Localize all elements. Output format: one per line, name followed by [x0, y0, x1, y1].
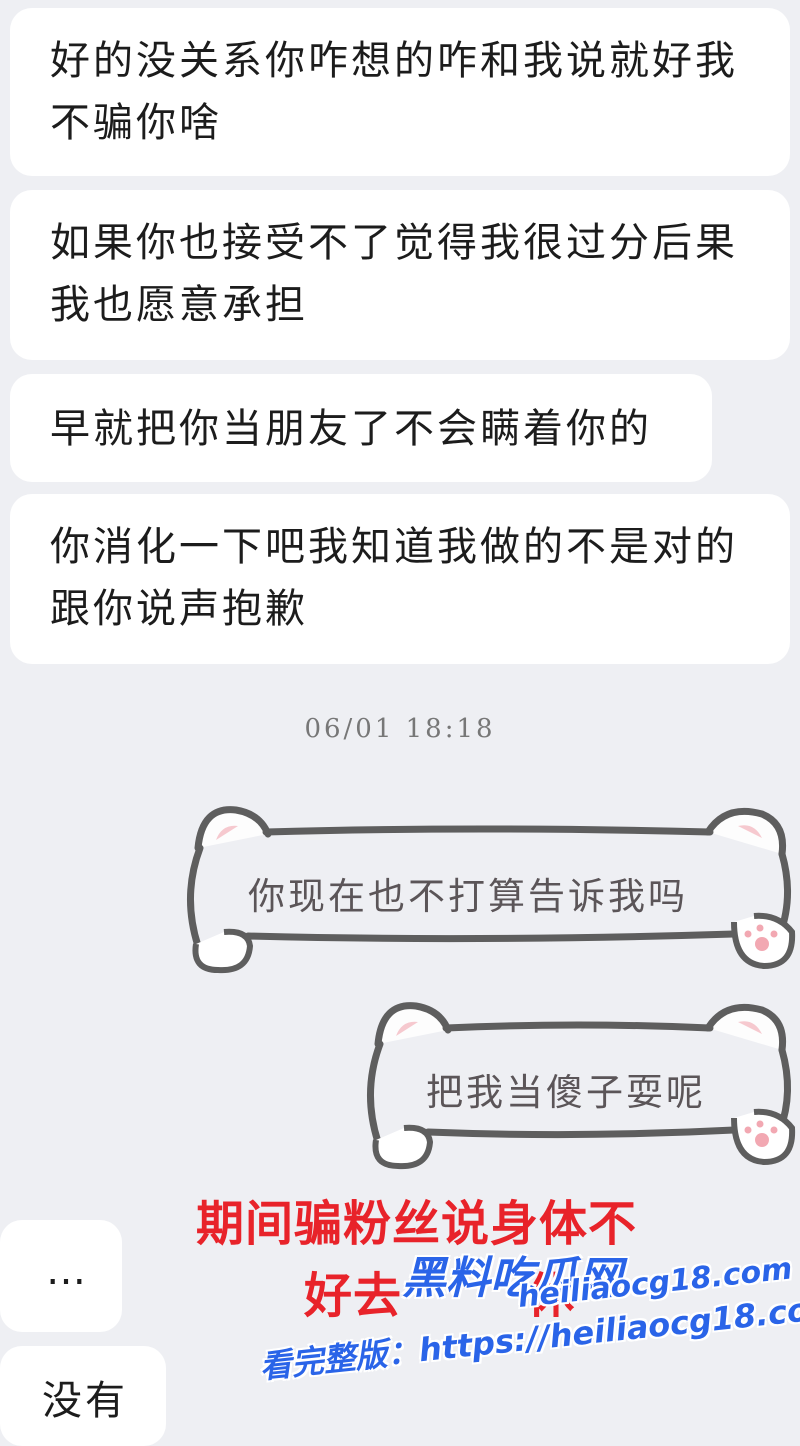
message-bubble-incoming[interactable]: 早就把你当朋友了不会瞒着你的	[10, 374, 712, 482]
message-text: 早就把你当朋友了不会瞒着你的	[50, 406, 652, 452]
message-text: 把我当傻子耍呢	[426, 1071, 706, 1114]
overlay-caption-line2: 好去	[304, 1268, 403, 1324]
message-text: …	[46, 1248, 89, 1294]
message-bubble-incoming[interactable]: 如果你也接受不了觉得我很过分后果 我也愿意承担	[10, 190, 790, 360]
message-bubble-outgoing[interactable]: 你现在也不打算告诉我吗	[178, 796, 800, 980]
message-text: 没有	[42, 1378, 128, 1424]
message-bubble-incoming[interactable]: 没有	[0, 1346, 166, 1446]
message-text: 如果你也接受不了觉得我很过分后果 我也愿意承担	[50, 220, 738, 328]
message-text: 你消化一下吧我知道我做的不是对的 跟你说声抱歉	[50, 524, 738, 632]
message-text: 你现在也不打算告诉我吗	[248, 875, 688, 918]
message-bubble-incoming[interactable]: 好的没关系你咋想的咋和我说就好我 不骗你啥	[10, 8, 790, 176]
message-timestamp: 06/01 18:18	[304, 714, 496, 744]
message-bubble-outgoing[interactable]: 把我当傻子耍呢	[358, 992, 800, 1176]
message-bubble-incoming[interactable]: 你消化一下吧我知道我做的不是对的 跟你说声抱歉	[10, 494, 790, 664]
message-bubble-incoming[interactable]: …	[0, 1220, 122, 1332]
message-text: 好的没关系你咋想的咋和我说就好我 不骗你啥	[50, 38, 738, 146]
